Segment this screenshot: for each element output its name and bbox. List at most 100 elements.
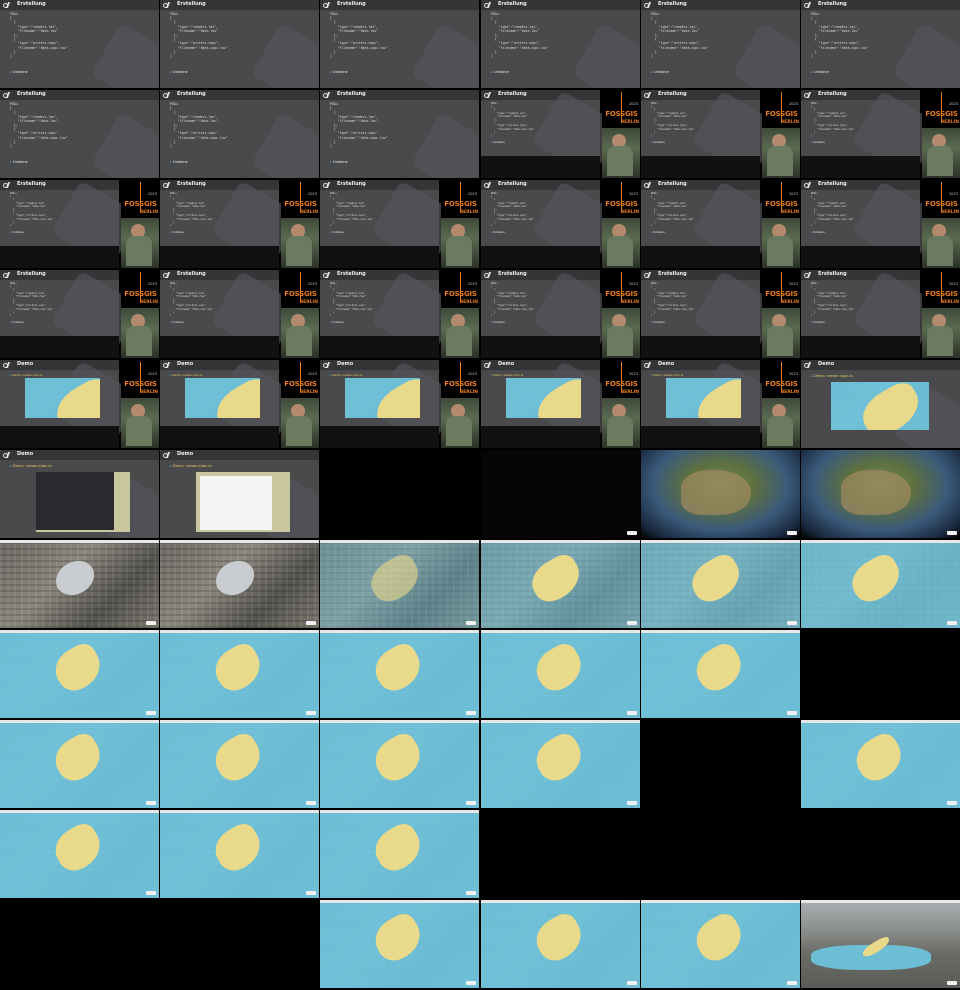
bullet-untwine: Untwine (10, 160, 28, 164)
presenter-logo-icon (484, 2, 491, 8)
satellite-map (185, 378, 260, 418)
fossgis-brand: FOSSGIS (925, 110, 958, 118)
background-hexagon (410, 112, 479, 178)
video-thumbnail (0, 630, 159, 718)
fossgis-video-panel: 2023 FOSSGIS BERLIN (602, 360, 640, 448)
slide-title-bar: Erstellung (0, 270, 119, 280)
slide-title: Erstellung (818, 91, 847, 97)
video-thumbnail (320, 900, 479, 988)
video-thumbnail (801, 720, 960, 808)
map-credit (466, 981, 476, 985)
map-credit (787, 531, 797, 535)
bullet-untwine: Untwine (491, 70, 509, 74)
video-thumbnail: Demo Demo: viewer.copc.io 2023 FOSSGIS BERLI… (160, 360, 319, 448)
bullet-untwine: Untwine (651, 230, 664, 234)
slide-title-bar: Erstellung (160, 180, 279, 190)
video-thumbnail: Erstellung PDAL: [ { "type":"readers.las"… (320, 0, 479, 88)
video-thumbnail (0, 540, 159, 628)
fossgis-year: 2023 (308, 192, 317, 196)
browser-chrome (0, 630, 159, 633)
globe-loading (481, 450, 640, 538)
fossgis-video-panel: 2023 FOSSGIS BERLIN (762, 180, 800, 268)
presenter-logo-icon (644, 272, 651, 278)
map-credit (947, 801, 957, 805)
video-thumbnail (481, 630, 640, 718)
fossgis-video-panel: 2023 FOSSGIS BERLIN (922, 90, 960, 178)
video-thumbnail: Demo Demo: viewer.copc.io 2023 FOSSGIS BERLI… (0, 360, 159, 448)
fossgis-year: 2023 (949, 102, 958, 106)
slide-title-bar: Erstellung (801, 270, 920, 280)
presenter-logo-icon (804, 362, 811, 368)
background-hexagon (571, 22, 640, 88)
fossgis-city: BERLIN (459, 390, 478, 395)
fossgis-brand: FOSSGIS (605, 290, 638, 298)
map-credit (787, 711, 797, 715)
map-credit (466, 801, 476, 805)
bullet-demo-link: Demo: viewer.copc.io (651, 373, 683, 377)
fossgis-video-panel: 2023 FOSSGIS BERLIN (762, 270, 800, 358)
slide-title: Erstellung (177, 181, 206, 187)
video-thumbnail: Erstellung PDAL: [ { "type":"readers.las"… (641, 0, 800, 88)
satellite-map (320, 630, 479, 718)
stage-floor (481, 336, 600, 358)
slide-title-bar: Demo (320, 360, 439, 370)
presenter-logo-icon (644, 362, 651, 368)
slide-title: Erstellung (17, 91, 46, 97)
fossgis-brand: FOSSGIS (124, 200, 157, 208)
demo-screenshot (25, 378, 100, 418)
demo-screenshot (506, 378, 581, 418)
erstellung-slide: Erstellung PDAL: [ { "type":"readers.las"… (801, 270, 943, 358)
fossgis-video-panel: 2023 FOSSGIS BERLIN (922, 180, 960, 268)
bullet-untwine: Untwine (170, 320, 183, 324)
video-thumbnail: Demo Demo: viewer.copc.io 2023 FOSSGIS BERLI… (320, 360, 479, 448)
map-credit (787, 981, 797, 985)
fossgis-video-panel: 2023 FOSSGIS BERLIN (121, 270, 159, 358)
browser-chrome (0, 720, 159, 723)
video-thumbnail (0, 720, 159, 808)
fossgis-year: 2023 (789, 372, 798, 376)
speaker-video (922, 218, 960, 268)
speaker-video (922, 308, 960, 358)
video-thumbnail: Erstellung PDAL: [ { "type":"readers.las"… (320, 270, 479, 358)
speaker-video (602, 398, 640, 448)
video-thumbnail (481, 900, 640, 988)
erstellung-slide: Erstellung PDAL: [ { "type":"readers.las"… (481, 0, 640, 88)
slide-title-bar: Erstellung (320, 0, 479, 10)
browser-chrome (320, 540, 479, 543)
presenter-logo-icon (484, 92, 491, 98)
slide-title-bar: Erstellung (801, 0, 960, 10)
bullet-untwine: Untwine (811, 230, 824, 234)
video-thumbnail: Erstellung PDAL: [ { "type":"readers.las"… (320, 90, 479, 178)
browser-chrome (481, 540, 640, 543)
background-hexagon (250, 22, 319, 88)
presenter-logo-icon (163, 452, 170, 458)
speaker-video (762, 308, 800, 358)
bullet-demo-link: Demo: viewer.copc.io (491, 373, 523, 377)
fossgis-year: 2023 (629, 192, 638, 196)
stage-floor (641, 246, 760, 268)
fossgis-city: BERLIN (459, 210, 478, 215)
stage-floor (160, 426, 279, 448)
video-thumbnail: Erstellung PDAL: [ { "type":"readers.las"… (0, 270, 159, 358)
presenter-logo-icon (163, 272, 170, 278)
erstellung-slide: Erstellung PDAL: [ { "type":"readers.las"… (160, 180, 302, 268)
pdal-code-block: PDAL: [ { "type":"readers.las", "filenam… (491, 12, 549, 59)
fossgis-city: BERLIN (299, 300, 318, 305)
satellite-map (641, 900, 800, 988)
map-credit (306, 711, 316, 715)
dark-window (36, 472, 114, 530)
video-thumbnail: Erstellung PDAL: [ { "type":"readers.las"… (641, 180, 800, 268)
fossgis-brand: FOSSGIS (765, 380, 798, 388)
video-thumbnail: Erstellung PDAL: [ { "type":"readers.las"… (481, 270, 640, 358)
satellite-map (481, 900, 640, 988)
video-thumbnail: Erstellung PDAL: [ { "type":"readers.las"… (641, 90, 800, 178)
fossgis-year: 2023 (789, 282, 798, 286)
browser-chrome (160, 720, 319, 723)
slide-title: Erstellung (658, 271, 687, 277)
bullet-demo-link: Demo: viewer.copc.io (811, 374, 853, 378)
fossgis-brand: FOSSGIS (765, 200, 798, 208)
stage-floor (320, 246, 439, 268)
browser-chrome (160, 630, 319, 633)
slide-title: Erstellung (818, 181, 847, 187)
fossgis-city: BERLIN (299, 210, 318, 215)
